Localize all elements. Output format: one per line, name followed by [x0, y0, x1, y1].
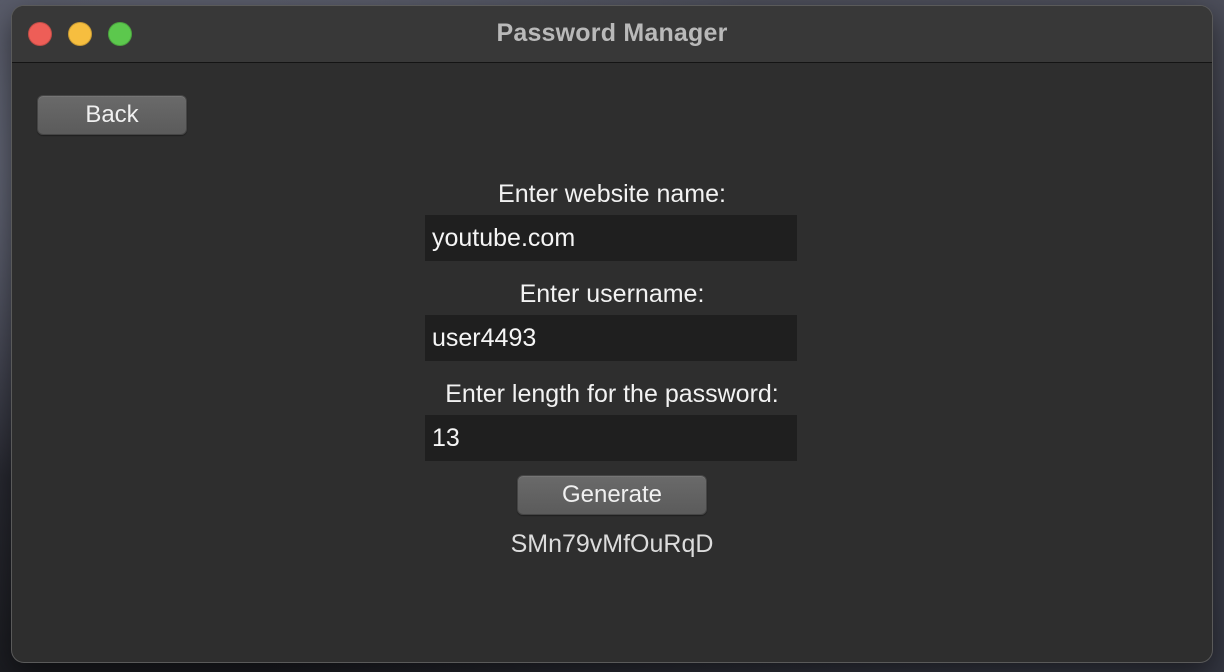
- title-bar[interactable]: Password Manager: [12, 6, 1212, 63]
- generate-button[interactable]: Generate: [517, 475, 707, 515]
- password-length-input[interactable]: [425, 415, 797, 461]
- password-length-label: Enter length for the password:: [445, 380, 779, 408]
- main-content: Back Enter website name: Enter username:…: [12, 63, 1212, 662]
- website-input[interactable]: [425, 215, 797, 261]
- window-title: Password Manager: [496, 19, 728, 47]
- username-input[interactable]: [425, 315, 797, 361]
- username-label: Enter username:: [519, 280, 705, 308]
- website-label: Enter website name:: [498, 180, 726, 208]
- back-button[interactable]: Back: [37, 95, 187, 135]
- generated-password: SMn79vMfOuRqD: [510, 530, 714, 558]
- app-window: Password Manager Back Enter website name…: [12, 6, 1212, 662]
